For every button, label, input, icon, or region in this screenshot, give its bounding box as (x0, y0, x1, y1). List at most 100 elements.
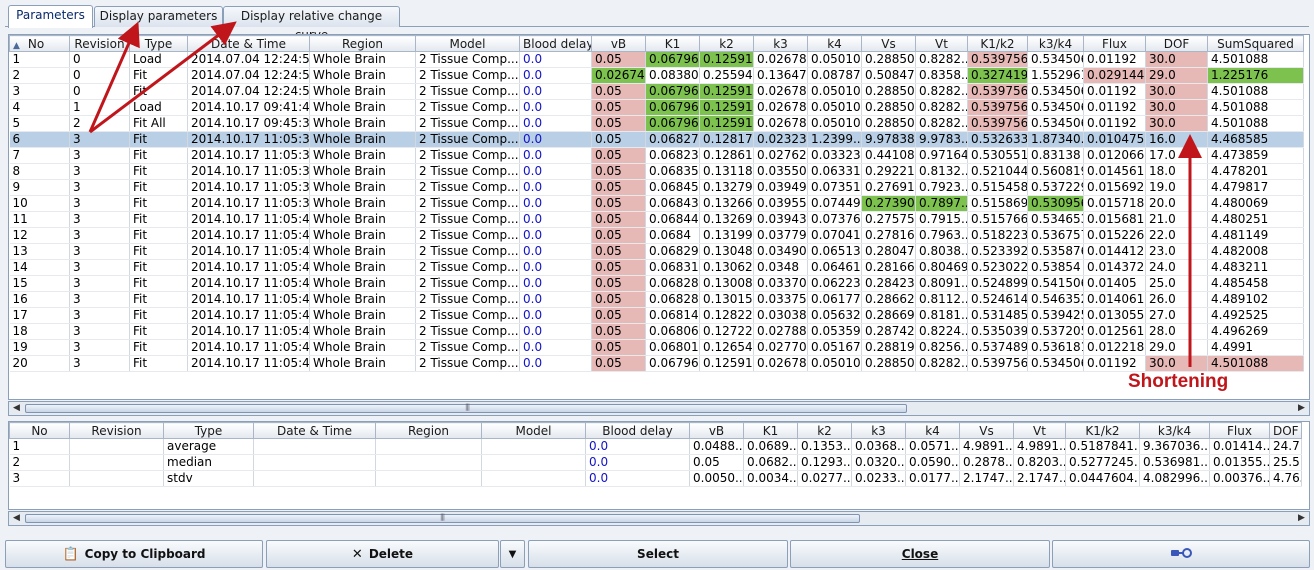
cell-vt[interactable]: 2.1747... (1013, 470, 1066, 487)
cell-k2[interactable]: 0.0277... (797, 470, 852, 487)
cell-k3-k4[interactable]: 0.534506 (1027, 51, 1084, 68)
column-header-k2[interactable]: k2 (699, 35, 754, 52)
cell-region[interactable]: Whole Brain (309, 291, 416, 308)
cell-k2[interactable]: 0.13199 (699, 227, 754, 244)
cell-vt[interactable]: 0.7915... (915, 211, 968, 228)
cell-revision[interactable]: 0 (69, 67, 130, 84)
cell-vt[interactable]: 4.9891... (1013, 438, 1066, 455)
cell-type[interactable]: Fit (129, 323, 188, 340)
cell-type[interactable]: Fit (129, 195, 188, 212)
cell-revision[interactable]: 3 (69, 227, 130, 244)
cell-vt[interactable]: 0.8091... (915, 275, 968, 292)
cell-region[interactable]: Whole Brain (309, 163, 416, 180)
table-row[interactable]: 18 3 Fit 2014.10.17 11:05:44 Whole Brain 2 Ti… (9, 323, 1304, 340)
cell-type[interactable]: Fit (129, 83, 188, 100)
table-row[interactable]: 14 3 Fit 2014.10.17 11:05:42 Whole Brain 2 Ti… (9, 259, 1304, 276)
cell-dof[interactable]: 20.0 (1145, 195, 1208, 212)
cell-region[interactable]: Whole Brain (309, 339, 416, 356)
cell-model[interactable]: 2 Tissue Comp... (415, 163, 520, 180)
column-header-revision[interactable]: Revision (69, 35, 130, 52)
cell-sumsquared[interactable]: 4.482008 (1207, 243, 1304, 260)
cell-revision[interactable]: 3 (69, 291, 130, 308)
column-header-no[interactable]: ▲ No (9, 35, 70, 52)
cell-k3-k4[interactable]: 0.536181 (1027, 339, 1084, 356)
table-row[interactable]: 10 3 Fit 2014.10.17 11:05:39 Whole Brain 2 Ti… (9, 195, 1304, 212)
cell-date-time[interactable]: 2014.10.17 11:05:44 (187, 307, 310, 324)
cell-no[interactable]: 10 (9, 195, 70, 212)
cell-k2[interactable]: 0.1293... (797, 454, 852, 471)
cell-k3-k4[interactable]: 0.536757 (1027, 227, 1084, 244)
cell-type[interactable]: Fit (129, 67, 188, 84)
cell-k1[interactable]: 0.067964 (645, 99, 700, 116)
cell-k1-k2[interactable]: 0.524899 (967, 275, 1028, 292)
table-row[interactable]: 6 3 Fit 2014.10.17 11:05:36 Whole Brain 2 Tis… (9, 131, 1304, 148)
column-header-vs[interactable]: Vs (861, 35, 916, 52)
cell-no[interactable]: 17 (9, 307, 70, 324)
cell-revision[interactable]: 3 (69, 179, 130, 196)
cell-sumsquared[interactable]: 4.480069 (1207, 195, 1304, 212)
select-button[interactable]: Select (528, 540, 788, 568)
cell-region[interactable]: Whole Brain (309, 211, 416, 228)
cell-type[interactable]: Fit (129, 211, 188, 228)
column-header-vb[interactable]: vB (591, 35, 646, 52)
cell-model[interactable]: 2 Tissue Comp... (415, 323, 520, 340)
cell-date-time[interactable]: 2014.10.17 11:05:37 (187, 147, 310, 164)
close-button[interactable]: Close (790, 540, 1050, 568)
cell-region[interactable]: Whole Brain (309, 355, 416, 372)
cell-model[interactable]: 2 Tissue Comp... (415, 179, 520, 196)
cell-k4[interactable]: 0.033231 (807, 147, 862, 164)
cell-k3-k4[interactable]: 9.367036... (1139, 438, 1210, 455)
cell-date-time[interactable] (253, 438, 376, 455)
column-header-blood-delay[interactable]: Blood delay (585, 422, 690, 439)
cell-vt[interactable]: 0.8038... (915, 243, 968, 260)
cell-blood-delay[interactable]: 0.0 (519, 147, 592, 164)
cell-blood-delay[interactable]: 0.0 (519, 99, 592, 116)
cell-no[interactable]: 9 (9, 179, 70, 196)
cell-blood-delay[interactable]: 0.0 (519, 51, 592, 68)
cell-flux[interactable]: 0.01355... (1209, 454, 1270, 471)
cell-k4[interactable]: 0.063317 (807, 163, 862, 180)
cell-k2[interactable]: 0.130159 (699, 291, 754, 308)
column-header-flux[interactable]: Flux (1083, 35, 1146, 52)
cell-vs[interactable]: 0.276919 (861, 179, 916, 196)
table-row[interactable]: 1 0 Load 2014.07.04 12:24:50 Whole Brain 2 Ti… (9, 51, 1304, 68)
cell-k1-k2[interactable]: 0.327419 (967, 67, 1028, 84)
table-row[interactable]: 13 3 Fit 2014.10.17 11:05:42 Whole Brain 2 Ti… (9, 243, 1304, 260)
cell-k1[interactable]: 0.0684 (645, 227, 700, 244)
cell-k1-k2[interactable]: 0.5187841... (1065, 438, 1140, 455)
cell-vt[interactable]: 0.8224... (915, 323, 968, 340)
column-header-k3[interactable]: k3 (753, 35, 808, 52)
cell-revision[interactable]: 0 (69, 51, 130, 68)
cell-no[interactable]: 6 (9, 131, 70, 148)
cell-revision[interactable]: 3 (69, 259, 130, 276)
table-row[interactable]: 19 3 Fit 2014.10.17 11:05:45 Whole Brain 2 Ti… (9, 339, 1304, 356)
cell-dof[interactable]: 16.0 (1145, 131, 1208, 148)
cell-flux[interactable]: 0.01405 (1083, 275, 1146, 292)
cell-k1-k2[interactable]: 0.521044 (967, 163, 1028, 180)
cell-region[interactable] (375, 454, 482, 471)
cell-k3-k4[interactable]: 1.87340... (1027, 131, 1084, 148)
cell-k3-k4[interactable]: 0.537205 (1027, 323, 1084, 340)
cell-revision[interactable]: 1 (69, 99, 130, 116)
cell-type[interactable]: average (163, 438, 254, 455)
cell-k3[interactable]: 0.039496 (753, 179, 808, 196)
cell-no[interactable]: 20 (9, 355, 70, 372)
cell-region[interactable]: Whole Brain (309, 227, 416, 244)
cell-vb[interactable]: 0.02674 (591, 67, 646, 84)
cell-dof[interactable]: 30.0 (1145, 99, 1208, 116)
cell-type[interactable]: Fit (129, 147, 188, 164)
cell-sumsquared[interactable]: 4.501088 (1207, 99, 1304, 116)
cell-k2[interactable]: 0.125916 (699, 83, 754, 100)
cell-date-time[interactable] (253, 454, 376, 471)
cell-dof[interactable]: 30.0 (1145, 51, 1208, 68)
cell-vb[interactable]: 0.05 (591, 259, 646, 276)
cell-revision[interactable]: 3 (69, 355, 130, 372)
cell-revision[interactable]: 3 (69, 147, 130, 164)
cell-no[interactable]: 14 (9, 259, 70, 276)
cell-k3-k4[interactable]: 0.560819 (1027, 163, 1084, 180)
cell-region[interactable]: Whole Brain (309, 323, 416, 340)
cell-k1-k2[interactable]: 0.523022 (967, 259, 1028, 276)
column-header-k4[interactable]: k4 (807, 35, 862, 52)
cell-revision[interactable]: 3 (69, 323, 130, 340)
cell-blood-delay[interactable]: 0.0 (519, 227, 592, 244)
